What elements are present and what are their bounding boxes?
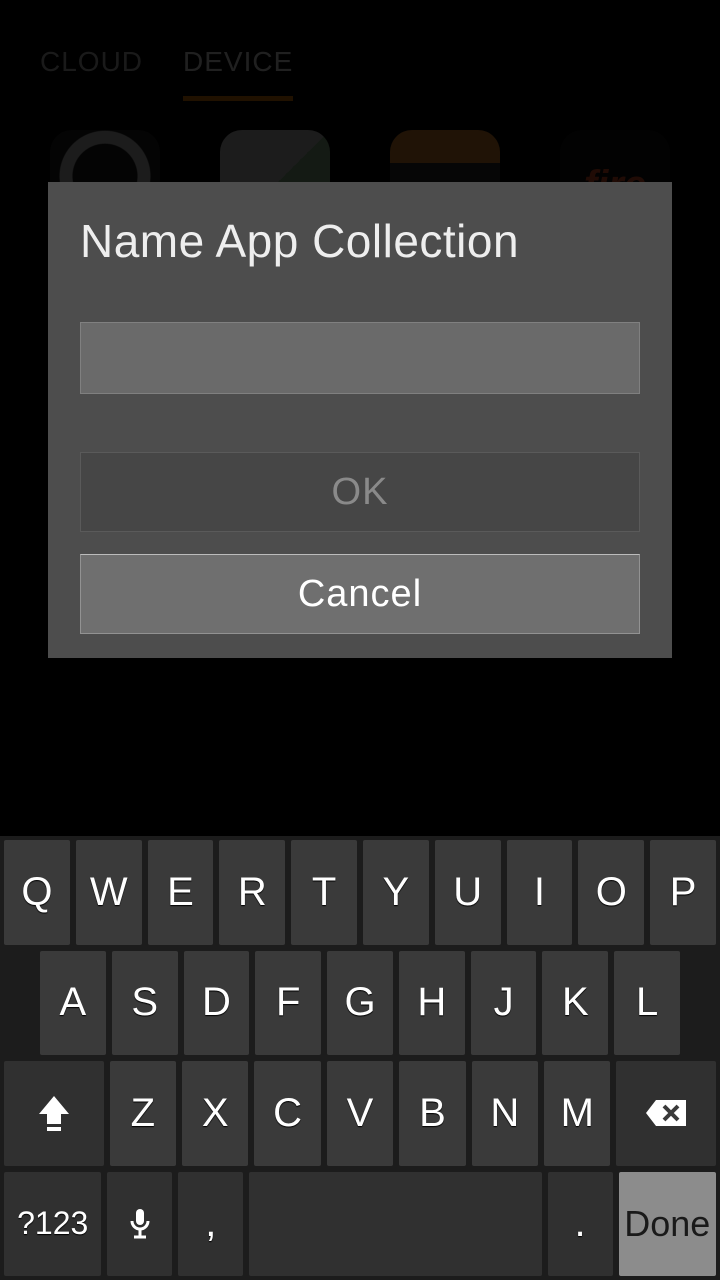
name-collection-dialog: Name App Collection OK Cancel xyxy=(48,182,672,658)
onscreen-keyboard: Q W E R T Y U I O P A S D F G H J K L Z … xyxy=(0,836,720,1280)
key-r[interactable]: R xyxy=(219,840,285,945)
key-period[interactable]: . xyxy=(548,1172,613,1277)
key-t[interactable]: T xyxy=(291,840,357,945)
key-l[interactable]: L xyxy=(614,951,680,1056)
key-k[interactable]: K xyxy=(542,951,608,1056)
key-q[interactable]: Q xyxy=(4,840,70,945)
ok-button[interactable]: OK xyxy=(80,452,640,532)
key-done[interactable]: Done xyxy=(619,1172,716,1277)
key-s[interactable]: S xyxy=(112,951,178,1056)
key-b[interactable]: B xyxy=(399,1061,465,1166)
keyboard-row-3: Z X C V B N M xyxy=(4,1061,716,1166)
key-symbols[interactable]: ?123 xyxy=(4,1172,101,1277)
microphone-icon xyxy=(128,1207,152,1241)
key-a[interactable]: A xyxy=(40,951,106,1056)
key-h[interactable]: H xyxy=(399,951,465,1056)
backspace-icon xyxy=(644,1098,688,1128)
collection-name-input[interactable] xyxy=(80,322,640,394)
key-shift[interactable] xyxy=(4,1061,104,1166)
keyboard-row-1: Q W E R T Y U I O P xyxy=(4,840,716,945)
dialog-title: Name App Collection xyxy=(48,182,672,268)
key-p[interactable]: P xyxy=(650,840,716,945)
key-j[interactable]: J xyxy=(471,951,537,1056)
key-f[interactable]: F xyxy=(255,951,321,1056)
key-c[interactable]: C xyxy=(254,1061,320,1166)
key-m[interactable]: M xyxy=(544,1061,610,1166)
key-x[interactable]: X xyxy=(182,1061,248,1166)
key-space[interactable] xyxy=(249,1172,541,1277)
key-comma[interactable]: , xyxy=(178,1172,243,1277)
key-z[interactable]: Z xyxy=(110,1061,176,1166)
key-y[interactable]: Y xyxy=(363,840,429,945)
key-o[interactable]: O xyxy=(578,840,644,945)
keyboard-row-4: ?123 , . Done xyxy=(4,1172,716,1277)
key-i[interactable]: I xyxy=(507,840,573,945)
key-v[interactable]: V xyxy=(327,1061,393,1166)
key-backspace[interactable] xyxy=(616,1061,716,1166)
key-d[interactable]: D xyxy=(184,951,250,1056)
keyboard-row-2: A S D F G H J K L xyxy=(4,951,716,1056)
key-voice[interactable] xyxy=(107,1172,172,1277)
key-g[interactable]: G xyxy=(327,951,393,1056)
key-e[interactable]: E xyxy=(148,840,214,945)
key-n[interactable]: N xyxy=(472,1061,538,1166)
cancel-button[interactable]: Cancel xyxy=(80,554,640,634)
key-u[interactable]: U xyxy=(435,840,501,945)
shift-icon xyxy=(37,1094,71,1132)
key-w[interactable]: W xyxy=(76,840,142,945)
